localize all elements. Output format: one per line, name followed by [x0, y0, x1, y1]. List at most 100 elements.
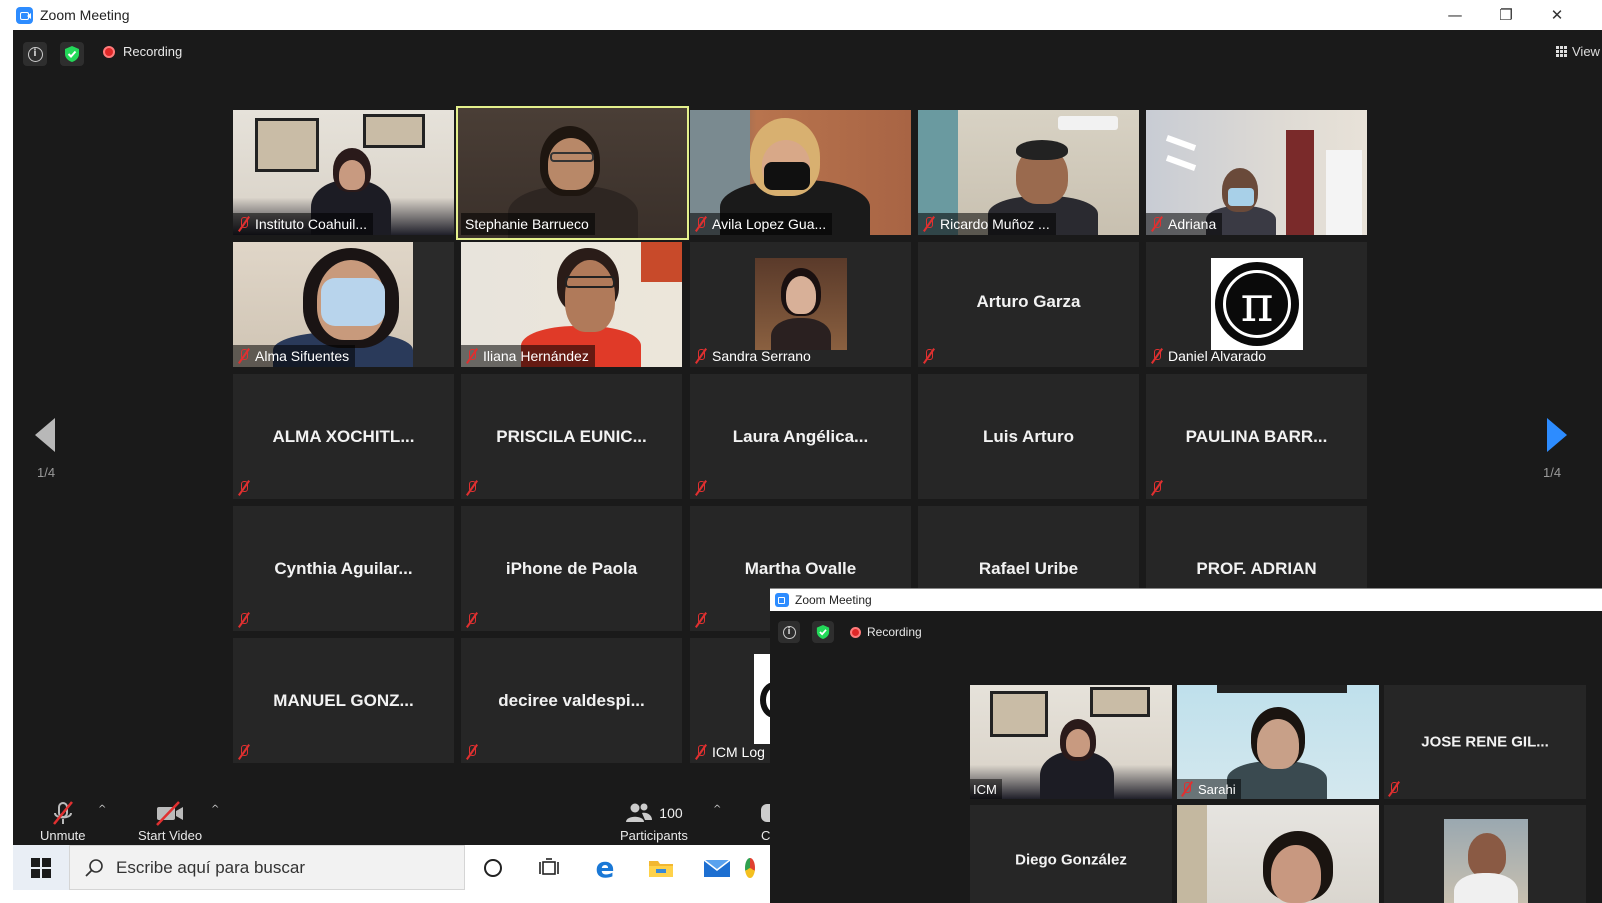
encryption-shield-button[interactable] [812, 621, 834, 643]
participant-tile[interactable]: JOSE RENE GIL... [1384, 685, 1586, 799]
participant-tile[interactable] [1177, 805, 1379, 903]
participant-tile[interactable]: PRISCILA EUNIC... [461, 374, 682, 499]
participant-tile[interactable]: deciree valdespi... [461, 638, 682, 763]
participant-label: Avila Lopez Gua... [690, 213, 833, 235]
participant-video [1177, 805, 1379, 903]
recording-indicator[interactable]: Recording [850, 625, 922, 639]
shield-check-icon [65, 46, 79, 62]
participant-label: Sandra Serrano [690, 345, 817, 367]
participant-tile[interactable]: Iliana Hernández [461, 242, 682, 367]
participant-label [461, 609, 485, 631]
participant-label [918, 345, 942, 367]
cortana-button[interactable] [465, 845, 521, 890]
participant-tile[interactable]: ICM [970, 685, 1172, 799]
participant-tile[interactable]: Ricardo Muñoz ... [918, 110, 1139, 235]
start-button[interactable] [13, 845, 69, 890]
participant-tile[interactable]: Luis Arturo [918, 374, 1139, 499]
participant-tile[interactable]: MANUEL GONZ... [233, 638, 454, 763]
participant-profile-photo [755, 258, 847, 350]
participant-name-display: deciree valdespi... [498, 690, 645, 710]
participant-name-display: Diego González [1015, 851, 1127, 869]
next-page-arrow-icon[interactable] [1547, 418, 1567, 452]
mic-muted-icon [465, 480, 479, 496]
participant-tile[interactable]: π Daniel Alvarado [1146, 242, 1367, 367]
participant-label: Ricardo Muñoz ... [918, 213, 1056, 235]
restore-button[interactable]: ❐ [1483, 0, 1529, 30]
participant-name-display: JOSE RENE GIL... [1421, 733, 1549, 751]
view-label: View [1572, 44, 1600, 59]
participant-profile-photo [1444, 819, 1528, 903]
unmute-button[interactable]: Unmute [40, 798, 86, 843]
participant-tile[interactable]: Laura Angélica... [690, 374, 911, 499]
taskbar-search-box[interactable]: Escribe aquí para buscar [69, 845, 465, 890]
info-icon: i [782, 625, 796, 639]
video-off-icon [154, 798, 186, 828]
participant-name-display: PAULINA BARR... [1185, 426, 1328, 446]
participant-tile[interactable]: Sandra Serrano [690, 242, 911, 367]
participant-tile[interactable]: Instituto Coahuil... [233, 110, 454, 235]
meeting-info-button[interactable]: i [23, 42, 47, 66]
participant-tile[interactable]: Cynthia Aguilar... [233, 506, 454, 631]
mic-muted-icon [237, 480, 251, 496]
recording-label: Recording [867, 625, 922, 639]
participant-tile[interactable]: Arturo Garza [918, 242, 1139, 367]
recording-dot-icon [850, 626, 861, 638]
participant-tile[interactable]: Sarahi [1177, 685, 1379, 799]
participant-name: ICM [973, 781, 997, 797]
cortana-circle-icon [484, 858, 502, 877]
participant-tile[interactable] [1384, 805, 1586, 903]
zoom-app-icon [775, 593, 789, 607]
participant-tile[interactable]: PAULINA BARR... [1146, 374, 1367, 499]
file-explorer-button[interactable] [633, 845, 689, 890]
participant-name: Ricardo Muñoz ... [940, 216, 1050, 232]
participant-label [1384, 779, 1406, 799]
start-video-button[interactable]: Start Video [138, 798, 202, 843]
second-window-title: Zoom Meeting [795, 593, 872, 607]
participants-icon [626, 803, 653, 822]
participants-count: 100 [659, 805, 683, 821]
participant-label: Instituto Coahuil... [233, 213, 374, 235]
second-window-titlebar: Zoom Meeting [770, 589, 1602, 611]
participant-label [461, 741, 485, 763]
meeting-info-button[interactable]: i [778, 621, 800, 643]
participants-options-caret-icon[interactable]: ^ [713, 804, 721, 815]
participant-tile[interactable]: Avila Lopez Gua... [690, 110, 911, 235]
mic-muted-icon [237, 348, 251, 364]
previous-page-arrow-icon[interactable] [35, 418, 55, 452]
mail-button[interactable] [689, 845, 745, 890]
minimize-button[interactable]: — [1432, 0, 1478, 30]
start-video-label: Start Video [138, 828, 203, 843]
participant-tile[interactable]: Alma Sifuentes [233, 242, 454, 367]
participants-button[interactable]: 100 Participants [620, 798, 688, 843]
chat-label: C [761, 828, 771, 843]
recording-indicator[interactable]: Recording [103, 44, 182, 59]
view-button[interactable]: View [1556, 44, 1602, 59]
edge-browser-button[interactable]: e [577, 845, 633, 890]
audio-options-caret-icon[interactable]: ^ [98, 804, 106, 815]
shield-check-icon [816, 625, 830, 639]
participant-name-display: ALMA XOCHITL... [272, 426, 415, 446]
participant-tile-active-speaker[interactable]: Stephanie Barrueco [456, 106, 689, 240]
participant-tile[interactable]: Adriana [1146, 110, 1367, 235]
chrome-button[interactable] [745, 845, 755, 890]
page-indicator-left: 1/4 [37, 465, 56, 480]
folder-icon [649, 860, 673, 877]
close-button[interactable]: ✕ [1534, 0, 1580, 30]
participant-tile[interactable]: iPhone de Paola [461, 506, 682, 631]
participant-name: Alma Sifuentes [255, 348, 350, 364]
task-view-button[interactable] [521, 845, 577, 890]
video-options-caret-icon[interactable]: ^ [211, 804, 219, 815]
participant-name-display: Luis Arturo [983, 426, 1074, 446]
mic-muted-icon [1180, 781, 1194, 797]
participant-label [233, 609, 257, 631]
edge-browser-icon: e [595, 851, 615, 884]
participant-tile[interactable]: ALMA XOCHITL... [233, 374, 454, 499]
encryption-shield-button[interactable] [60, 42, 84, 66]
windows-logo-icon [31, 857, 51, 878]
mic-muted-icon [922, 216, 936, 232]
windows-taskbar: Escribe aquí para buscar e [13, 845, 773, 890]
mic-muted-icon [1150, 216, 1164, 232]
participant-label: Stephanie Barrueco [461, 213, 595, 235]
participant-name: ICM Log [712, 744, 765, 760]
participant-tile[interactable]: Diego González [970, 805, 1172, 903]
